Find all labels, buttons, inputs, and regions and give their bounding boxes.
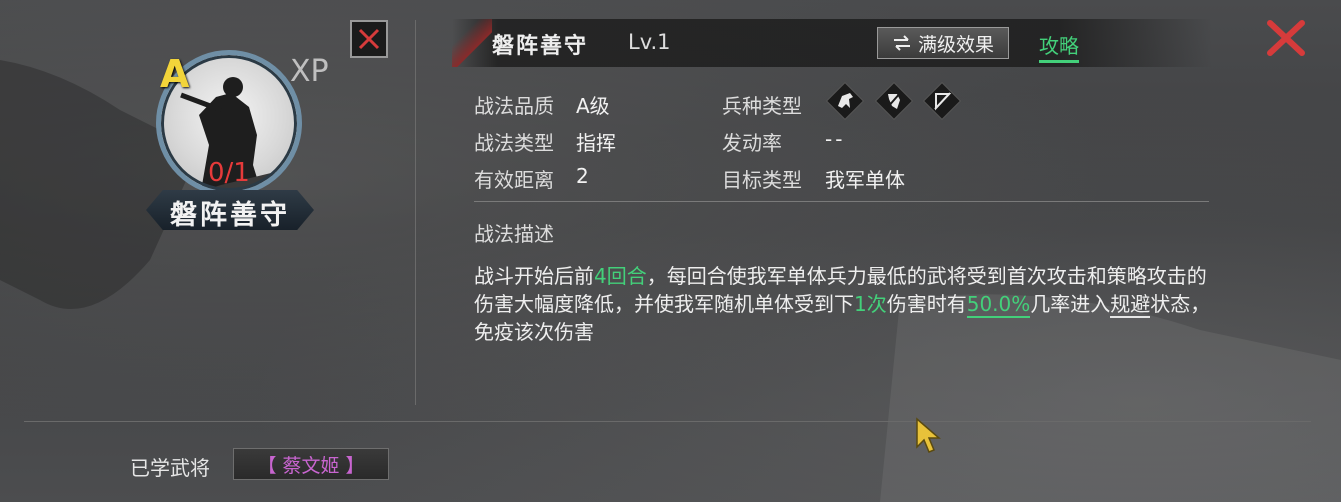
type-label: 战法类型 [474, 131, 554, 155]
desc-highlight-rounds: 4回合 [594, 264, 647, 288]
footer-divider [24, 421, 1311, 422]
desc-highlight-rate[interactable]: 50.0% [966, 292, 1031, 318]
range-label: 有效距离 [474, 168, 554, 192]
vertical-divider [415, 20, 416, 405]
type-value: 指挥 [576, 131, 616, 155]
section-divider [474, 201, 1209, 202]
cavalry-icon [826, 82, 864, 120]
quality-label: 战法品质 [474, 94, 554, 118]
portrait-skill-name: 磐阵善守 [170, 200, 290, 231]
desc-status-link[interactable]: 规避 [1110, 292, 1151, 318]
general-tag[interactable]: 【 蔡文姬 】 [233, 448, 389, 480]
grade-badge: A [160, 52, 190, 96]
desc-text: 战斗开始后前 [474, 264, 594, 288]
range-value: 2 [576, 164, 589, 188]
desc-text: 几率进入 [1030, 292, 1111, 316]
small-close-button[interactable] [350, 20, 388, 58]
skill-title: 磐阵善守 [492, 33, 589, 59]
learned-generals-label: 已学武将 [130, 456, 210, 480]
skill-level: Lv.1 [628, 30, 671, 54]
quality-value: A级 [576, 94, 610, 118]
target-type-label: 目标类型 [722, 168, 802, 192]
swap-arrows-icon [893, 35, 910, 51]
header-accent [452, 19, 492, 67]
mouse-cursor-icon [916, 417, 941, 453]
troop-type-label: 兵种类型 [722, 94, 802, 118]
description-label: 战法描述 [474, 222, 554, 246]
close-button[interactable] [1266, 20, 1306, 56]
archer-icon [923, 82, 961, 120]
shield-icon [875, 82, 913, 120]
xp-label: XP [290, 54, 329, 89]
strategy-link[interactable]: 攻略 [1039, 30, 1079, 63]
close-icon [358, 28, 380, 50]
desc-highlight-count: 1次 [854, 292, 887, 316]
trigger-rate-label: 发动率 [722, 131, 782, 155]
close-icon [1267, 20, 1305, 56]
skill-count: 0/1 [208, 158, 250, 188]
desc-text: 伤害时有 [886, 292, 967, 316]
skill-description: 战斗开始后前4回合，每回合使我军单体兵力最低的武将受到首次攻击和策略攻击的伤害大… [474, 262, 1214, 346]
trigger-rate-value: -- [825, 127, 846, 151]
max-level-effect-button[interactable]: 满级效果 [877, 27, 1009, 59]
target-type-value: 我军单体 [825, 168, 905, 192]
max-level-effect-label: 满级效果 [917, 33, 994, 56]
